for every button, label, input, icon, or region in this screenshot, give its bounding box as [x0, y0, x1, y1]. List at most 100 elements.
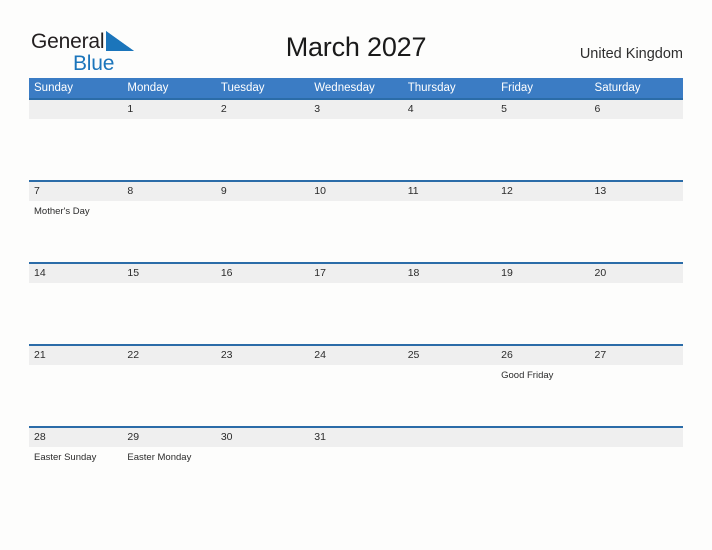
day-cell-inner: 13 [589, 182, 683, 262]
weekday-header-saturday: Saturday [589, 78, 683, 99]
day-cell-inner: 31 [309, 428, 403, 508]
calendar-body: 1 2 3 4 5 6 7 Mother's Day 8 9 10 11 12 13 14 15 16 17 18 1… [29, 98, 683, 508]
day-cell-inner: 5 [496, 100, 590, 180]
day-cell-inner: 16 [215, 264, 310, 344]
day-number [29, 100, 123, 119]
holiday-event-label: Easter Monday [127, 452, 192, 463]
day-cell-inner: 10 [309, 182, 403, 262]
calendar-day-cell[interactable]: 23 [215, 344, 310, 427]
calendar-day-cell[interactable]: 29 Easter Monday [122, 426, 216, 508]
page-header: General Blue March 2027 United Kingdom [0, 0, 712, 78]
day-number: 15 [122, 264, 216, 283]
calendar-day-cell[interactable]: 10 [309, 180, 403, 263]
day-number: 14 [29, 264, 123, 283]
calendar-empty-cell [402, 426, 497, 508]
day-events: Mother's Day [29, 201, 122, 218]
day-cell-inner: 26 Good Friday [496, 346, 590, 426]
day-number: 19 [496, 264, 590, 283]
calendar-day-cell[interactable]: 8 [122, 180, 216, 263]
calendar-day-cell[interactable]: 28 Easter Sunday [29, 426, 123, 508]
day-number: 13 [589, 182, 683, 201]
calendar-day-cell[interactable]: 21 [29, 344, 123, 427]
calendar-day-cell[interactable]: 26 Good Friday [496, 344, 590, 427]
day-number: 3 [309, 100, 403, 119]
calendar-day-cell[interactable]: 15 [122, 262, 216, 345]
calendar-day-cell[interactable]: 2 [215, 98, 310, 181]
calendar-day-cell[interactable]: 31 [309, 426, 403, 508]
calendar-day-cell[interactable]: 22 [122, 344, 216, 427]
day-cell-inner: 18 [402, 264, 497, 344]
calendar-day-cell[interactable]: 13 [589, 180, 683, 263]
day-number: 8 [122, 182, 216, 201]
calendar-day-cell[interactable]: 24 [309, 344, 403, 427]
day-cell-inner: 28 Easter Sunday [29, 428, 123, 508]
calendar-day-cell[interactable]: 6 [589, 98, 683, 181]
calendar-day-cell[interactable]: 7 Mother's Day [29, 180, 123, 263]
calendar-day-cell[interactable]: 27 [589, 344, 683, 427]
calendar-day-cell[interactable]: 19 [496, 262, 590, 345]
day-cell-inner: 7 Mother's Day [29, 182, 123, 262]
day-cell-inner: 12 [496, 182, 590, 262]
calendar-week-row: 7 Mother's Day 8 9 10 11 12 13 [29, 180, 683, 263]
calendar-week-row: 123456 [29, 98, 683, 181]
day-cell-inner: 2 [215, 100, 310, 180]
calendar-header-row: Sunday Monday Tuesday Wednesday Thursday Frid… [29, 78, 683, 99]
day-cell-inner: 14 [29, 264, 123, 344]
calendar-day-cell[interactable]: 3 [309, 98, 403, 181]
day-number [402, 428, 497, 447]
calendar-day-cell[interactable]: 18 [402, 262, 497, 345]
calendar-day-cell[interactable]: 4 [402, 98, 497, 181]
day-number: 11 [402, 182, 497, 201]
day-number: 9 [215, 182, 310, 201]
day-number: 23 [215, 346, 310, 365]
calendar-day-cell[interactable]: 12 [496, 180, 590, 263]
day-cell-inner: 15 [122, 264, 216, 344]
day-cell-inner: 25 [402, 346, 497, 426]
day-number: 30 [215, 428, 310, 447]
day-number: 21 [29, 346, 123, 365]
calendar-day-cell[interactable]: 9 [215, 180, 310, 263]
day-number: 16 [215, 264, 310, 283]
day-cell-inner: 23 [215, 346, 310, 426]
calendar-day-cell[interactable]: 14 [29, 262, 123, 345]
day-cell-inner: 3 [309, 100, 403, 180]
day-cell-inner: 20 [589, 264, 683, 344]
calendar-empty-cell [589, 426, 683, 508]
day-events: Good Friday [496, 365, 589, 382]
day-number: 24 [309, 346, 403, 365]
calendar-day-cell[interactable]: 11 [402, 180, 497, 263]
weekday-header-sunday: Sunday [29, 78, 123, 99]
day-cell-inner [496, 428, 590, 508]
day-number: 1 [122, 100, 216, 119]
calendar-page: General Blue March 2027 United Kingdom S… [0, 0, 712, 550]
holiday-event-label: Good Friday [501, 370, 554, 381]
calendar-day-cell[interactable]: 20 [589, 262, 683, 345]
day-cell-inner [29, 100, 123, 180]
calendar-day-cell[interactable]: 16 [215, 262, 310, 345]
weekday-header-monday: Monday [122, 78, 216, 99]
day-number: 25 [402, 346, 497, 365]
calendar-day-cell[interactable]: 5 [496, 98, 590, 181]
calendar-day-cell[interactable]: 17 [309, 262, 403, 345]
day-number: 26 [496, 346, 590, 365]
day-events: Easter Monday [122, 447, 215, 464]
calendar-day-cell[interactable]: 1 [122, 98, 216, 181]
day-number: 10 [309, 182, 403, 201]
calendar-day-cell[interactable]: 30 [215, 426, 310, 508]
calendar-week-row: 28 Easter Sunday 29 Easter Monday 30 31 [29, 426, 683, 508]
day-cell-inner: 22 [122, 346, 216, 426]
calendar-day-cell[interactable]: 25 [402, 344, 497, 427]
holiday-event-label: Mother's Day [34, 206, 90, 217]
calendar-week-row: 14 15 16 17 18 19 20 [29, 262, 683, 345]
day-events: Easter Sunday [29, 447, 122, 464]
day-number: 27 [589, 346, 683, 365]
day-number [589, 428, 683, 447]
day-number: 22 [122, 346, 216, 365]
day-cell-inner: 27 [589, 346, 683, 426]
calendar-empty-cell [29, 98, 123, 181]
weekday-header-row: Sunday Monday Tuesday Wednesday Thursday Frid… [29, 78, 683, 99]
holiday-event-label: Easter Sunday [34, 452, 97, 463]
weekday-header-tuesday: Tuesday [215, 78, 310, 99]
day-cell-inner: 9 [215, 182, 310, 262]
day-cell-inner: 24 [309, 346, 403, 426]
